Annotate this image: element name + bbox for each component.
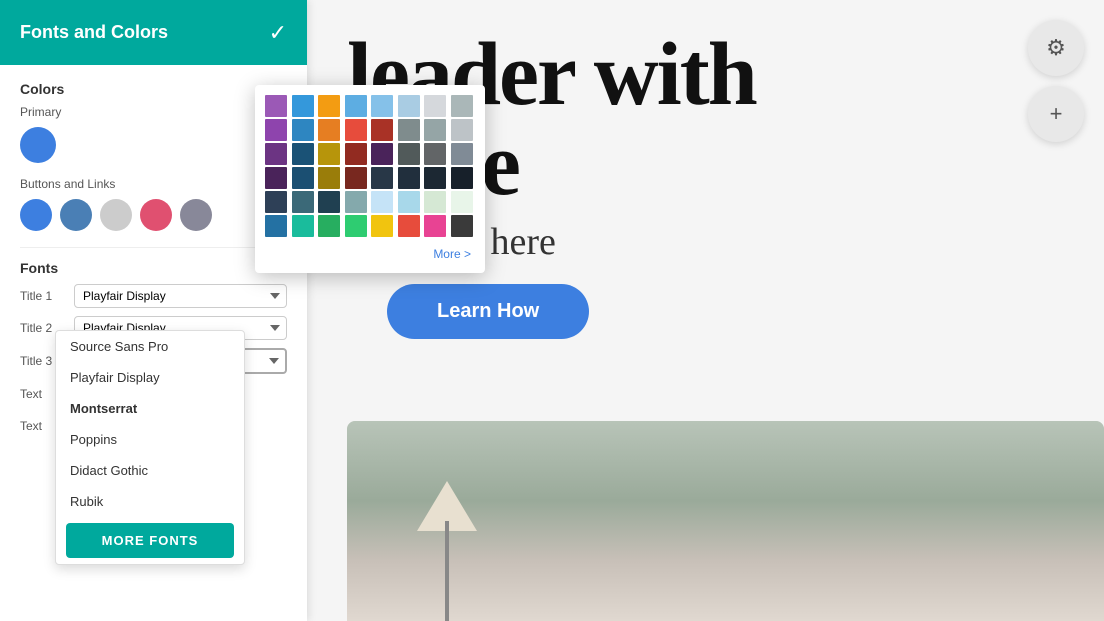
- color-cell-34[interactable]: [318, 191, 340, 213]
- color-cell-1[interactable]: [292, 95, 314, 117]
- buttons-links-label: Buttons and Links: [20, 177, 287, 191]
- color-swatch-5[interactable]: [180, 199, 212, 231]
- font-item-playfair[interactable]: Playfair Display: [56, 362, 244, 393]
- primary-color-swatch[interactable]: [20, 127, 56, 163]
- color-picker-popup: More >: [255, 85, 485, 273]
- font-item-montserrat[interactable]: Montserrat: [56, 393, 244, 424]
- font-item-source-sans[interactable]: Source Sans Pro: [56, 331, 244, 362]
- hero-image: [347, 421, 1104, 621]
- color-cell-43[interactable]: [345, 215, 367, 237]
- color-cell-24[interactable]: [265, 167, 287, 189]
- color-cell-16[interactable]: [265, 143, 287, 165]
- color-cell-19[interactable]: [345, 143, 367, 165]
- color-cell-33[interactable]: [292, 191, 314, 213]
- color-cell-11[interactable]: [345, 119, 367, 141]
- color-swatch-2[interactable]: [60, 199, 92, 231]
- font-item-poppins[interactable]: Poppins: [56, 424, 244, 455]
- more-fonts-button[interactable]: MORE FONTS: [66, 523, 234, 558]
- panel-title: Fonts and Colors: [20, 22, 168, 43]
- color-cell-37[interactable]: [398, 191, 420, 213]
- color-cell-0[interactable]: [265, 95, 287, 117]
- color-cell-47[interactable]: [451, 215, 473, 237]
- color-cell-30[interactable]: [424, 167, 446, 189]
- color-cell-18[interactable]: [318, 143, 340, 165]
- font-item-didact[interactable]: Didact Gothic: [56, 455, 244, 486]
- color-cell-17[interactable]: [292, 143, 314, 165]
- title1-label: Title 1: [20, 289, 68, 303]
- color-cell-6[interactable]: [424, 95, 446, 117]
- font-dropdown-list: Source Sans Pro Playfair Display Montser…: [55, 330, 245, 565]
- color-cell-39[interactable]: [451, 191, 473, 213]
- color-cell-23[interactable]: [451, 143, 473, 165]
- color-swatch-1[interactable]: [20, 199, 52, 231]
- color-cell-44[interactable]: [371, 215, 393, 237]
- color-cell-12[interactable]: [371, 119, 393, 141]
- color-cell-36[interactable]: [371, 191, 393, 213]
- color-cell-31[interactable]: [451, 167, 473, 189]
- color-cell-14[interactable]: [424, 119, 446, 141]
- color-cell-10[interactable]: [318, 119, 340, 141]
- color-cell-21[interactable]: [398, 143, 420, 165]
- color-cell-20[interactable]: [371, 143, 393, 165]
- color-cell-28[interactable]: [371, 167, 393, 189]
- color-cell-29[interactable]: [398, 167, 420, 189]
- color-cell-2[interactable]: [318, 95, 340, 117]
- primary-color-row: [20, 127, 287, 163]
- color-cell-25[interactable]: [292, 167, 314, 189]
- color-cell-4[interactable]: [371, 95, 393, 117]
- color-grid: [265, 95, 475, 237]
- color-cell-9[interactable]: [292, 119, 314, 141]
- add-button[interactable]: +: [1028, 86, 1084, 142]
- primary-color-label: Primary: [20, 105, 287, 119]
- color-cell-26[interactable]: [318, 167, 340, 189]
- lamp-decoration: [407, 461, 487, 621]
- panel-header: Fonts and Colors ✓: [0, 0, 307, 65]
- color-swatch-4[interactable]: [140, 199, 172, 231]
- settings-button[interactable]: ⚙: [1028, 20, 1084, 76]
- lamp-pole: [445, 521, 449, 621]
- color-cell-32[interactable]: [265, 191, 287, 213]
- learn-how-button[interactable]: Learn How: [387, 284, 589, 339]
- color-cell-15[interactable]: [451, 119, 473, 141]
- color-cell-42[interactable]: [318, 215, 340, 237]
- font-item-rubik[interactable]: Rubik: [56, 486, 244, 517]
- color-picker-more[interactable]: More >: [265, 245, 475, 263]
- color-cell-5[interactable]: [398, 95, 420, 117]
- color-swatches-row: [20, 199, 287, 231]
- hero-image-inner: [347, 421, 1104, 621]
- color-cell-35[interactable]: [345, 191, 367, 213]
- color-swatch-3[interactable]: [100, 199, 132, 231]
- colors-section-label: Colors: [20, 81, 287, 97]
- plus-icon: +: [1050, 101, 1063, 127]
- color-cell-46[interactable]: [424, 215, 446, 237]
- gear-icon: ⚙: [1046, 35, 1066, 61]
- color-cell-38[interactable]: [424, 191, 446, 213]
- check-icon[interactable]: ✓: [269, 20, 287, 46]
- color-cell-41[interactable]: [292, 215, 314, 237]
- color-cell-7[interactable]: [451, 95, 473, 117]
- color-cell-40[interactable]: [265, 215, 287, 237]
- color-cell-27[interactable]: [345, 167, 367, 189]
- font-row-title1: Title 1 Playfair Display: [20, 284, 287, 308]
- right-buttons: ⚙ +: [1028, 20, 1084, 142]
- color-cell-22[interactable]: [424, 143, 446, 165]
- color-cell-13[interactable]: [398, 119, 420, 141]
- title1-font-dropdown[interactable]: Playfair Display: [74, 284, 287, 308]
- fonts-section-label: Fonts: [20, 260, 287, 276]
- color-cell-45[interactable]: [398, 215, 420, 237]
- color-cell-3[interactable]: [345, 95, 367, 117]
- color-cell-8[interactable]: [265, 119, 287, 141]
